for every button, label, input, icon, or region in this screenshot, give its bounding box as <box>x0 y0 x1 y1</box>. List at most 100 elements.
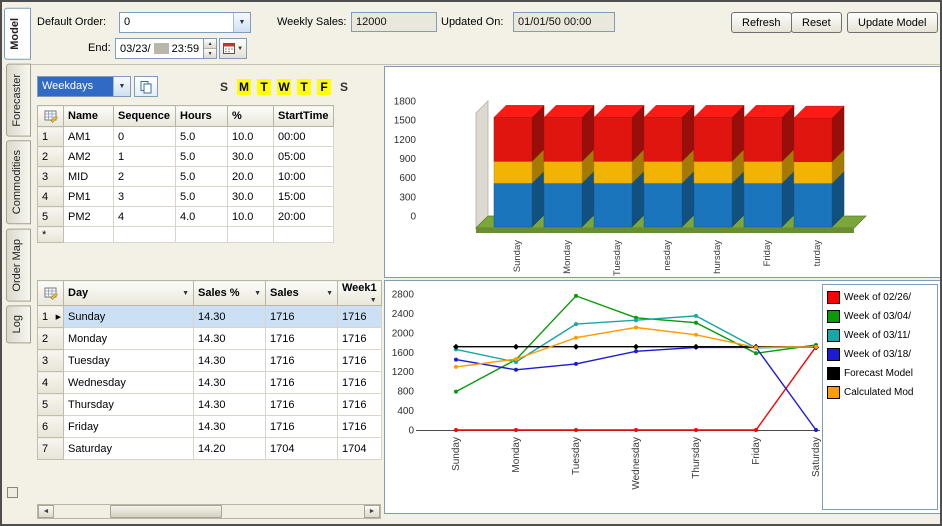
scroll-left-icon[interactable]: ◄ <box>38 505 54 518</box>
updated-on-field[interactable]: 01/01/50 00:00 <box>513 12 615 32</box>
tab-forecaster[interactable]: Forecaster <box>6 64 31 137</box>
new-row-header[interactable]: * <box>38 227 64 243</box>
day-grid-cell-day[interactable]: Monday <box>64 328 194 350</box>
row-header-1[interactable]: 1 <box>38 127 64 147</box>
day-grid-col-sales[interactable]: Sales▼ <box>266 281 338 306</box>
day-grid-cell-sales[interactable]: 14.30 <box>194 372 266 394</box>
daypart-grid-cell-name[interactable]: PM2 <box>64 207 114 227</box>
end-date-spinner[interactable]: ▲ ▼ <box>204 38 217 59</box>
tab-order-map[interactable]: Order Map <box>6 229 31 302</box>
daypart-grid-col-name[interactable]: Name <box>64 106 114 127</box>
calendar-dropdown-button[interactable]: ▼ <box>219 38 247 59</box>
day-letter-6[interactable]: S <box>337 79 351 95</box>
day-grid-cell-sales[interactable]: 1716 <box>266 306 338 328</box>
day-grid-row-6[interactable]: 6Friday14.3017161716 <box>38 416 382 438</box>
daypart-grid-new-row[interactable]: * <box>38 227 334 243</box>
scroll-right-icon[interactable]: ► <box>364 505 380 518</box>
daypart-grid-cell-sequence[interactable]: 1 <box>114 147 176 167</box>
day-grid-corner-cell[interactable] <box>38 281 64 306</box>
daypart-grid-cell-sequence[interactable]: 0 <box>114 127 176 147</box>
combo-dropdown-icon[interactable]: ▼ <box>113 77 130 96</box>
end-date-field[interactable]: 03/23/23:59 <box>115 38 204 59</box>
daypart-grid-col-sequence[interactable]: Sequence <box>114 106 176 127</box>
row-header-5[interactable]: 5 <box>38 394 64 416</box>
day-grid-cell-sales[interactable]: 1716 <box>266 416 338 438</box>
daypart-grid-cell-[interactable]: 10.0 <box>228 127 274 147</box>
daypart-grid-row-4[interactable]: 4PM135.030.015:00 <box>38 187 334 207</box>
daypart-grid-row-5[interactable]: 5PM244.010.020:00 <box>38 207 334 227</box>
daypart-grid-row-3[interactable]: 3MID25.020.010:00 <box>38 167 334 187</box>
day-letter-0[interactable]: S <box>217 79 231 95</box>
row-header-4[interactable]: 4 <box>38 187 64 207</box>
daypart-grid-cell-hours[interactable]: 5.0 <box>176 167 228 187</box>
daypart-grid-corner-cell[interactable] <box>38 106 64 127</box>
daypart-grid-row-1[interactable]: 1AM105.010.000:00 <box>38 127 334 147</box>
daypart-grid-cell-sequence[interactable]: 4 <box>114 207 176 227</box>
row-header-3[interactable]: 3 <box>38 350 64 372</box>
daypart-grid-cell-[interactable]: 30.0 <box>228 147 274 167</box>
horizontal-scrollbar[interactable]: ◄ ► <box>37 504 381 519</box>
weekly-sales-field[interactable]: 12000 <box>351 12 437 32</box>
daypart-grid-cell-name[interactable]: PM1 <box>64 187 114 207</box>
day-grid-cell-week1[interactable]: 1716 <box>338 394 382 416</box>
day-letter-5[interactable]: F <box>317 79 331 95</box>
spin-down-icon[interactable]: ▼ <box>204 49 216 58</box>
daypart-grid-cell-sequence[interactable]: 3 <box>114 187 176 207</box>
row-header-1[interactable]: 1▶ <box>38 306 64 328</box>
daypart-grid-cell-hours[interactable]: 5.0 <box>176 127 228 147</box>
daypart-grid-cell-name[interactable]: MID <box>64 167 114 187</box>
day-grid-row-1[interactable]: 1▶Sunday14.3017161716 <box>38 306 382 328</box>
day-grid-cell-day[interactable]: Sunday <box>64 306 194 328</box>
row-header-2[interactable]: 2 <box>38 328 64 350</box>
scrollbar-thumb[interactable] <box>110 505 222 518</box>
day-grid-cell-day[interactable]: Thursday <box>64 394 194 416</box>
refresh-button[interactable]: Refresh <box>731 12 792 33</box>
day-grid-row-4[interactable]: 4Wednesday14.3017161716 <box>38 372 382 394</box>
day-grid-cell-sales[interactable]: 14.20 <box>194 438 266 460</box>
day-grid-cell-day[interactable]: Wednesday <box>64 372 194 394</box>
day-grid-cell-sales[interactable]: 1716 <box>266 328 338 350</box>
day-grid-col-week1[interactable]: Week1▼ <box>338 281 382 306</box>
daypart-grid-cell-[interactable]: 20.0 <box>228 167 274 187</box>
day-grid-cell-sales[interactable]: 14.30 <box>194 328 266 350</box>
daypart-grid-cell-starttime[interactable]: 10:00 <box>274 167 334 187</box>
day-grid-row-5[interactable]: 5Thursday14.3017161716 <box>38 394 382 416</box>
row-header-5[interactable]: 5 <box>38 207 64 227</box>
tab-model[interactable]: Model <box>4 8 31 60</box>
scrollbar-track[interactable] <box>54 505 364 518</box>
daypart-grid-col-starttime[interactable]: StartTime <box>274 106 334 127</box>
daypart-grid-cell-starttime[interactable]: 20:00 <box>274 207 334 227</box>
day-grid-cell-week1[interactable]: 1716 <box>338 372 382 394</box>
day-grid-cell-sales[interactable]: 14.30 <box>194 350 266 372</box>
day-grid-cell-sales[interactable]: 1716 <box>266 350 338 372</box>
day-letter-2[interactable]: T <box>257 79 271 95</box>
update-model-button[interactable]: Update Model <box>847 12 938 33</box>
copy-preset-button[interactable] <box>134 76 158 97</box>
day-grid-row-7[interactable]: 7Saturday14.2017041704 <box>38 438 382 460</box>
day-grid-cell-sales[interactable]: 14.30 <box>194 416 266 438</box>
combo-dropdown-icon[interactable]: ▼ <box>233 13 250 32</box>
day-letter-3[interactable]: W <box>277 79 291 95</box>
spin-up-icon[interactable]: ▲ <box>204 39 216 49</box>
day-grid-cell-sales[interactable]: 1716 <box>266 394 338 416</box>
day-grid-cell-sales[interactable]: 1716 <box>266 372 338 394</box>
day-grid-cell-day[interactable]: Saturday <box>64 438 194 460</box>
daypart-grid-row-2[interactable]: 2AM215.030.005:00 <box>38 147 334 167</box>
daypart-grid-cell-[interactable]: 30.0 <box>228 187 274 207</box>
daypart-grid-cell-starttime[interactable]: 15:00 <box>274 187 334 207</box>
day-grid-cell-sales[interactable]: 14.30 <box>194 394 266 416</box>
day-grid-col-day[interactable]: Day▼ <box>64 281 194 306</box>
daypart-grid-cell-[interactable]: 10.0 <box>228 207 274 227</box>
day-letter-4[interactable]: T <box>297 79 311 95</box>
day-grid-cell-week1[interactable]: 1704 <box>338 438 382 460</box>
row-header-2[interactable]: 2 <box>38 147 64 167</box>
daypart-grid-cell-name[interactable]: AM1 <box>64 127 114 147</box>
tab-log[interactable]: Log <box>6 305 31 343</box>
day-grid-cell-day[interactable]: Tuesday <box>64 350 194 372</box>
row-header-6[interactable]: 6 <box>38 416 64 438</box>
day-grid-cell-week1[interactable]: 1716 <box>338 350 382 372</box>
daypart-grid-cell-hours[interactable]: 5.0 <box>176 187 228 207</box>
tab-commodities[interactable]: Commodities <box>6 140 31 224</box>
daypart-grid-col-hours[interactable]: Hours <box>176 106 228 127</box>
day-grid-cell-sales[interactable]: 14.30 <box>194 306 266 328</box>
